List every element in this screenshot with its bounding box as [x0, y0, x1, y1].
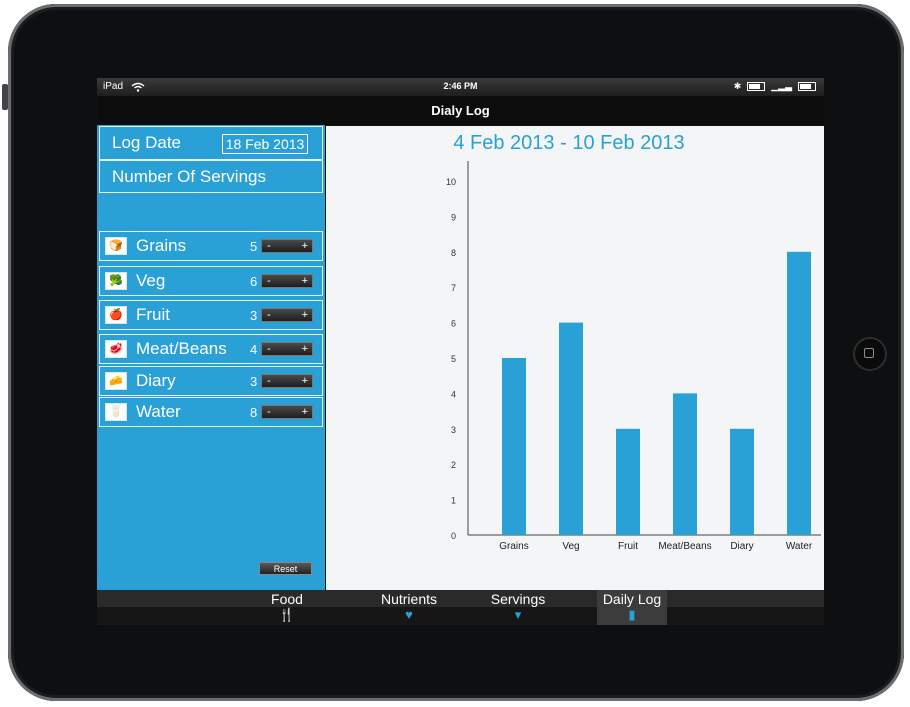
bar-fruit — [616, 428, 640, 535]
food-name: Grains — [136, 236, 187, 255]
bar-grains — [502, 358, 526, 535]
meat-icon: 🥩 — [105, 340, 127, 358]
y-tick-label: 1 — [451, 496, 456, 506]
food-row-fruit: 🍎 Fruit 3- + — [99, 300, 323, 330]
tab-bar: Food 🍴 Nutrients ♥ Servings ▾ Daily Log ▮ — [97, 590, 824, 625]
log-date-row: Log Date 18 Feb 2013 — [99, 126, 323, 160]
screen: iPad 2:46 PM ✱ ▁▂▃ Dialy Log Log Date 18… — [97, 78, 824, 625]
decrement-button[interactable]: - — [267, 240, 271, 252]
food-row-water: 🥛 Water 8- + — [99, 397, 323, 427]
food-row-diary: 🧀 Diary 3- + — [99, 366, 323, 396]
serving-stepper[interactable]: - + — [261, 239, 313, 253]
bar-water — [787, 251, 811, 536]
y-tick-label: 5 — [451, 354, 456, 364]
increment-button[interactable]: + — [302, 240, 308, 252]
chart-panel: 4 Feb 2013 - 10 Feb 2013 0 1 2 3 4 5 6 7 8 9 10 Gra… — [326, 126, 824, 590]
log-date-label: Log Date — [112, 133, 181, 152]
log-date-field[interactable]: 18 Feb 2013 — [222, 134, 308, 154]
water-glass-icon: 🥛 — [105, 403, 127, 421]
x-tick-label: Grains — [499, 541, 528, 552]
fruit-icon: 🍎 — [105, 306, 127, 324]
tab-label: Food — [271, 591, 303, 607]
food-name: Veg — [136, 271, 166, 290]
food-name: Fruit — [136, 305, 170, 324]
increment-button[interactable]: + — [302, 406, 308, 418]
battery-icon — [747, 82, 766, 91]
serving-count: 8 — [250, 405, 258, 420]
page-title: Dialy Log — [97, 96, 824, 125]
bar-chart-icon: ▮ — [628, 607, 636, 622]
tab-food[interactable]: Food 🍴 — [252, 590, 322, 625]
x-tick-label: Meat/Beans — [658, 541, 711, 552]
y-tick-label: 4 — [451, 389, 456, 399]
heart-icon: ♥ — [405, 607, 413, 622]
decrement-button[interactable]: - — [267, 343, 271, 355]
food-name: Diary — [136, 371, 176, 390]
status-bar: iPad 2:46 PM ✱ ▁▂▃ — [97, 78, 824, 96]
bread-icon: 🍞 — [105, 237, 127, 255]
increment-button[interactable]: + — [302, 275, 308, 287]
sidebar: Log Date 18 Feb 2013 Number Of Servings … — [97, 125, 325, 590]
increment-button[interactable]: + — [302, 343, 308, 355]
tab-label: Nutrients — [380, 591, 438, 607]
decrement-button[interactable]: - — [267, 375, 271, 387]
glass-icon: ▾ — [514, 607, 522, 622]
serving-count: 6 — [250, 274, 258, 289]
serving-count: 3 — [250, 374, 258, 389]
status-time: 2:46 PM — [443, 81, 478, 91]
bar-diary — [730, 428, 754, 535]
serving-count: 3 — [250, 308, 258, 323]
food-name: Water — [136, 402, 181, 421]
serving-stepper[interactable]: - + — [261, 405, 313, 419]
x-tick-label: Veg — [562, 541, 579, 552]
tab-daily-log[interactable]: Daily Log ▮ — [597, 590, 667, 625]
x-tick-label: Diary — [730, 541, 753, 552]
y-tick-label: 8 — [451, 248, 456, 258]
signal-icon: ▁▂▃ — [771, 81, 792, 91]
serving-stepper[interactable]: - + — [261, 374, 313, 388]
y-tick-label: 6 — [451, 319, 456, 329]
tab-label: Daily Log — [602, 591, 662, 607]
decrement-button[interactable]: - — [267, 275, 271, 287]
battery-icon-2 — [798, 82, 816, 91]
decrement-button[interactable]: - — [267, 309, 271, 321]
tab-servings[interactable]: Servings ▾ — [483, 590, 553, 625]
y-tick-label: 10 — [446, 177, 456, 187]
servings-bar-chart: 0 1 2 3 4 5 6 7 8 9 10 Grains Veg Fruit Meat/Beans Diar… — [446, 161, 821, 552]
y-tick-label: 7 — [451, 283, 456, 293]
home-square-icon — [864, 348, 874, 358]
food-row-grains: 🍞 Grains 5- + — [99, 231, 323, 261]
dairy-icon: 🧀 — [105, 372, 127, 390]
y-tick-label: 9 — [451, 212, 456, 222]
servings-header-label: Number Of Servings — [112, 167, 266, 186]
vegetables-icon: 🥦 — [105, 272, 127, 290]
x-tick-label: Fruit — [618, 541, 638, 552]
bar-veg — [559, 322, 583, 535]
bar-meatbeans — [673, 393, 697, 535]
decrement-button[interactable]: - — [267, 406, 271, 418]
y-tick-label: 3 — [451, 425, 456, 435]
serving-stepper[interactable]: - + — [261, 342, 313, 356]
serving-stepper[interactable]: - + — [261, 308, 313, 322]
tab-nutrients[interactable]: Nutrients ♥ — [374, 590, 444, 625]
servings-header: Number Of Servings — [99, 160, 323, 193]
tab-label: Servings — [490, 591, 546, 607]
x-tick-label: Water — [786, 541, 813, 552]
food-row-meatbeans: 🥩 Meat/Beans 4- + — [99, 334, 323, 364]
increment-button[interactable]: + — [302, 375, 308, 387]
serving-count: 5 — [250, 239, 258, 254]
food-name: Meat/Beans — [136, 339, 227, 358]
y-tick-label: 0 — [451, 531, 456, 541]
fork-plate-icon: 🍴 — [278, 607, 296, 622]
increment-button[interactable]: + — [302, 309, 308, 321]
bluetooth-icon: ✱ — [733, 81, 742, 91]
reset-button[interactable]: Reset — [259, 562, 312, 575]
home-button[interactable] — [853, 337, 887, 371]
food-row-veg: 🥦 Veg 6- + — [99, 266, 323, 296]
serving-stepper[interactable]: - + — [261, 274, 313, 288]
serving-count: 4 — [250, 342, 258, 357]
y-tick-label: 2 — [451, 460, 456, 470]
